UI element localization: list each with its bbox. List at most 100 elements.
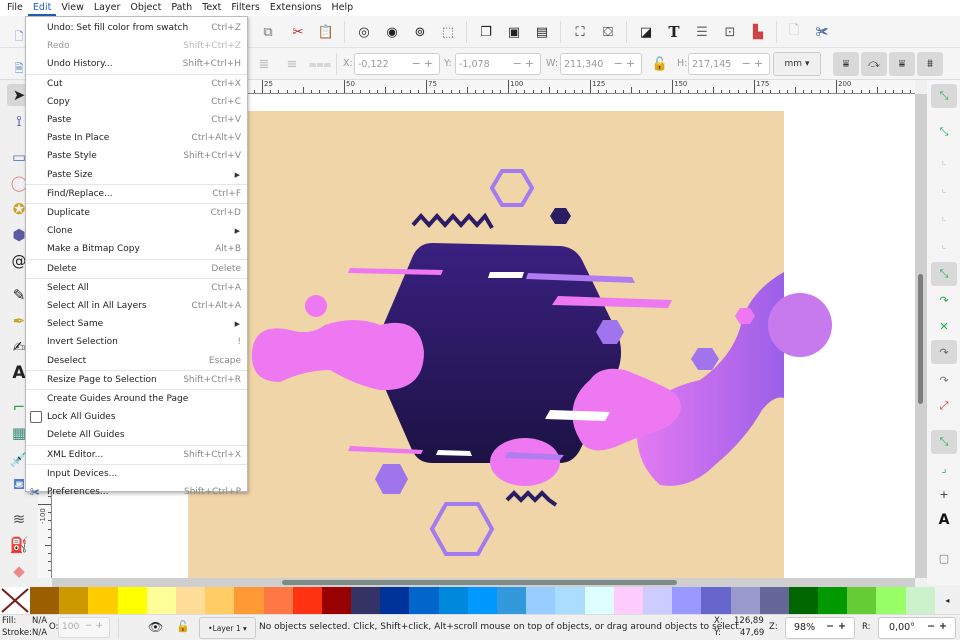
scale-stroke-button[interactable]: ⩸ <box>833 52 859 76</box>
w-field[interactable]: 211,340 −+ <box>560 53 642 75</box>
ungroup-icon[interactable]: ▣ <box>504 22 524 42</box>
import-bitmap-icon[interactable]: ⛶ <box>570 22 590 42</box>
color-swatch[interactable] <box>146 587 176 614</box>
eraser-tool[interactable]: ◆ <box>7 560 31 582</box>
trace-bitmap-icon[interactable]: ⛋ <box>598 22 618 42</box>
color-swatch[interactable] <box>175 587 206 614</box>
move-patterns-button[interactable]: ⩩ <box>917 52 943 76</box>
snap-others-icon[interactable]: ⤡ <box>931 430 957 454</box>
color-swatch[interactable] <box>263 587 293 614</box>
color-swatch[interactable] <box>905 587 935 614</box>
zoom-selection-icon[interactable]: ◎ <box>354 22 374 42</box>
menu-item-resize-page-to-selection[interactable]: Resize Page to Selection Shift+Ctrl+R <box>26 371 247 389</box>
color-swatch[interactable] <box>321 587 352 614</box>
color-swatch[interactable] <box>584 587 614 614</box>
opacity-field[interactable]: 100 −+ <box>58 617 110 638</box>
menu-object[interactable]: Object <box>125 0 166 16</box>
zoom-page-icon[interactable]: ⊚ <box>410 22 430 42</box>
snap-midpoints-icon[interactable]: ↷ <box>931 368 957 392</box>
xml-editor-icon[interactable]: ⊡ <box>720 22 740 42</box>
color-swatch[interactable] <box>847 587 877 614</box>
color-swatch[interactable] <box>30 587 60 614</box>
menu-item-cut[interactable]: Cut Ctrl+X <box>26 75 247 93</box>
snap-intersection-icon[interactable]: ✕ <box>931 314 957 338</box>
duplicate-icon[interactable]: ⧉ <box>258 22 278 42</box>
snap-nodes-icon[interactable]: ⤡ <box>931 262 957 286</box>
color-swatch[interactable] <box>205 587 235 614</box>
menu-item-paste-in-place[interactable]: Paste In Place Ctrl+Alt+V <box>26 129 247 147</box>
scrollbar-thumb[interactable] <box>918 274 923 404</box>
tweak-tool[interactable]: ≋ <box>7 508 31 530</box>
menu-text[interactable]: Text <box>197 0 226 16</box>
layer-visibility-icon[interactable]: 👁 <box>148 620 163 634</box>
menu-item-delete[interactable]: Delete Delete <box>26 260 247 278</box>
snap-object-center-icon[interactable]: ⤢ <box>931 394 957 418</box>
color-swatch[interactable] <box>292 587 322 614</box>
snap-path-icon[interactable]: ↷ <box>931 288 957 312</box>
color-swatch[interactable] <box>759 587 789 614</box>
preferences-icon[interactable]: ✀ <box>812 22 832 42</box>
align-distribute-icon[interactable]: ▙ <box>748 22 768 42</box>
menu-item-paste[interactable]: Paste Ctrl+V <box>26 111 247 129</box>
clone-icon[interactable]: ▤ <box>532 22 552 42</box>
color-swatch[interactable] <box>497 587 527 614</box>
snap-page-border-icon[interactable]: ⌟ <box>931 456 957 480</box>
menu-item-clone[interactable]: Clone ▶ <box>26 222 247 240</box>
menu-item-find-replace[interactable]: Find/Replace... Ctrl+F <box>26 185 247 203</box>
snap-enable-icon[interactable]: ⤡ <box>931 84 957 108</box>
menu-item-paste-size[interactable]: Paste Size ▶ <box>26 166 247 184</box>
no-paint-swatch[interactable] <box>0 587 30 614</box>
color-swatch[interactable] <box>642 587 673 614</box>
spray-tool[interactable]: ⛽ <box>7 534 31 556</box>
zoom-field[interactable]: 98% −+ <box>785 617 855 639</box>
lock-guides-checkbox[interactable] <box>30 411 42 424</box>
horizontal-scrollbar[interactable] <box>52 578 915 587</box>
rotate-field[interactable]: 0,00° −+ <box>878 617 956 639</box>
color-swatch[interactable] <box>467 587 497 614</box>
text-font-icon[interactable]: T <box>664 22 684 42</box>
color-swatch[interactable] <box>380 587 410 614</box>
menu-item-create-guides-around-the-page[interactable]: Create Guides Around the Page <box>26 390 247 408</box>
color-swatch[interactable] <box>409 587 439 614</box>
menu-item-invert-selection[interactable]: Invert Selection! <box>26 333 247 351</box>
color-swatch[interactable] <box>555 587 585 614</box>
menu-item-paste-style[interactable]: Paste Style Shift+Ctrl+V <box>26 147 247 165</box>
color-swatch[interactable] <box>438 587 468 614</box>
menu-item-deselect[interactable]: Deselect Escape <box>26 352 247 370</box>
color-swatch[interactable] <box>234 587 264 614</box>
layer-dropdown[interactable]: •Layer 1 ▾ <box>199 617 256 639</box>
menu-item-redo[interactable]: Redo Shift+Ctrl+Z <box>26 37 247 55</box>
color-swatch[interactable] <box>730 587 760 614</box>
menu-item-lock-all-guides[interactable]: Lock All Guides <box>26 408 247 426</box>
color-swatch[interactable] <box>788 587 819 614</box>
snap-bbox-icon[interactable]: ⤡ <box>931 120 957 144</box>
menu-item-duplicate[interactable]: Duplicate Ctrl+D <box>26 204 247 222</box>
menu-item-input-devices[interactable]: Input Devices... <box>26 465 247 483</box>
color-swatch[interactable] <box>876 587 906 614</box>
menu-item-select-all-in-all-layers[interactable]: Select All in All Layers Ctrl+Alt+A <box>26 297 247 315</box>
scale-corners-button[interactable]: ⤼ <box>861 52 887 76</box>
color-swatch[interactable] <box>117 587 147 614</box>
color-swatch[interactable] <box>59 587 89 614</box>
snap-bbox-corner-icon[interactable]: ⌞ <box>931 176 957 200</box>
snap-guide-icon[interactable]: ▢ <box>931 546 957 570</box>
menu-item-undo-set-fill-color-from-swatch[interactable]: Undo: Set fill color from swatch Ctrl+Z <box>26 19 247 37</box>
document-properties-icon[interactable]: 🗋 <box>784 22 804 42</box>
zoom-drawing-icon[interactable]: ◉ <box>382 22 402 42</box>
menu-item-select-same[interactable]: Select Same ▶ <box>26 315 247 333</box>
menu-extensions[interactable]: Extensions <box>265 0 327 16</box>
layers-icon[interactable]: ☰ <box>692 22 712 42</box>
menu-file[interactable]: File <box>2 0 28 16</box>
snap-bbox-center-icon[interactable]: ⌞ <box>931 232 957 256</box>
color-swatch[interactable] <box>88 587 118 614</box>
unit-dropdown[interactable]: mm ▾ <box>773 52 821 76</box>
zoom-page-width-icon[interactable]: ⬚ <box>438 22 458 42</box>
lock-icon[interactable]: 🔓 <box>650 54 670 74</box>
menu-help[interactable]: Help <box>326 0 358 16</box>
snap-text-baseline-icon[interactable]: A <box>931 508 957 532</box>
scrollbar-thumb[interactable] <box>282 580 677 585</box>
fill-stroke-icon[interactable]: ◪ <box>636 22 656 42</box>
palette-scroll-icon[interactable]: ◂ <box>935 587 960 614</box>
h-field[interactable]: 217,145 −+ <box>688 53 770 75</box>
snap-bbox-edge-icon[interactable]: ⌞ <box>931 148 957 172</box>
